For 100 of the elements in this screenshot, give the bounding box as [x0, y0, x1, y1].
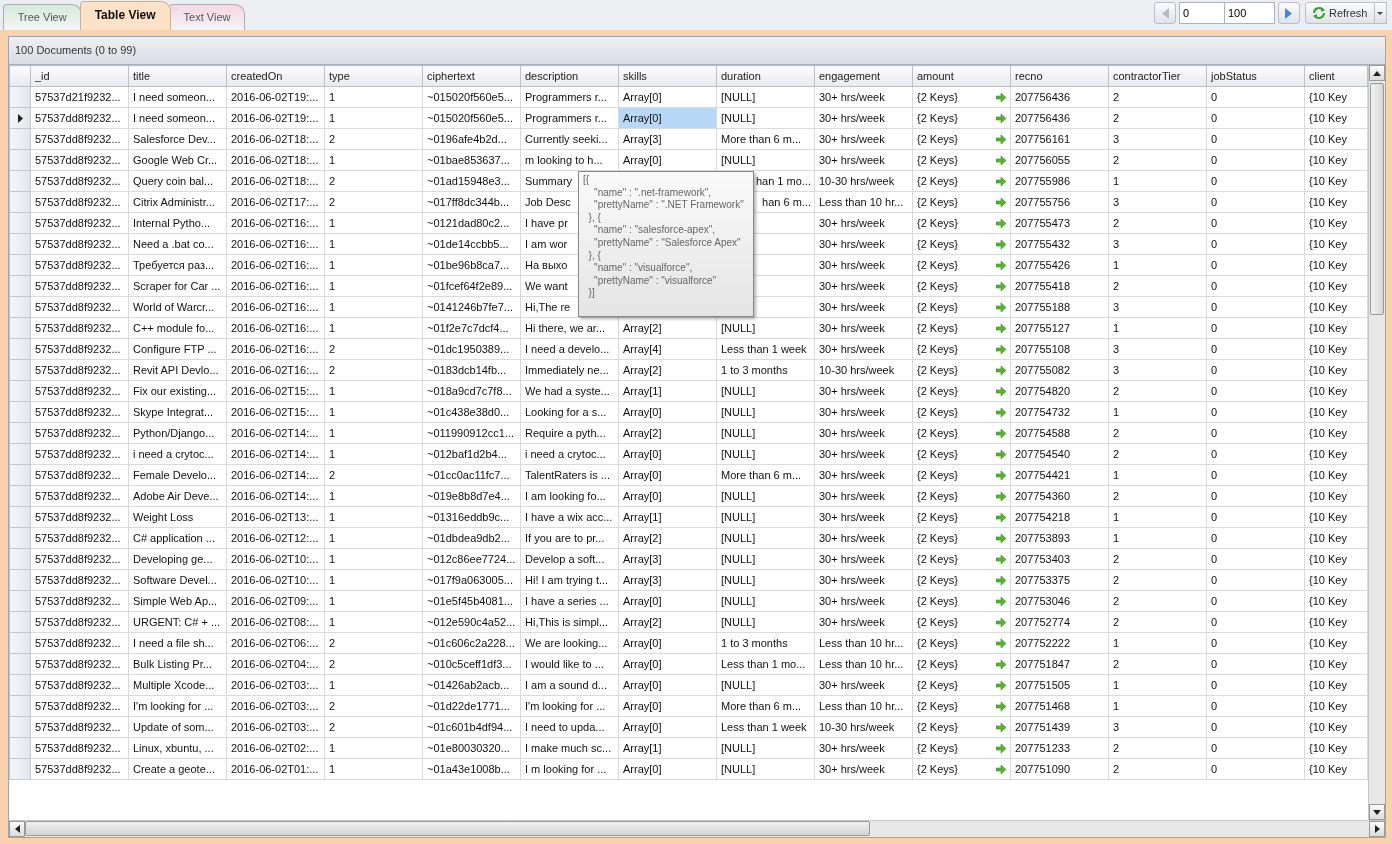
column-header[interactable]: recno — [1010, 65, 1109, 87]
arrow-icon[interactable] — [996, 155, 1006, 165]
column-header[interactable]: client — [1304, 65, 1368, 87]
table-cell: ~01a43e1008b... — [422, 758, 521, 780]
column-header[interactable]: contractorTier — [1108, 65, 1207, 87]
tab[interactable]: Text View — [168, 4, 246, 30]
arrow-icon[interactable] — [996, 407, 1006, 417]
arrow-icon[interactable] — [996, 470, 1006, 480]
column-header[interactable]: ciphertext — [422, 65, 521, 87]
table-cell: ~017f9a063005... — [422, 569, 521, 591]
arrow-icon[interactable] — [996, 197, 1006, 207]
arrow-icon[interactable] — [996, 491, 1006, 501]
table-cell: 2 — [1108, 422, 1207, 444]
table-cell: 10-30 hrs/week — [814, 359, 913, 381]
table-cell: 207751505 — [1010, 674, 1109, 696]
table-cell: 30+ hrs/week — [814, 317, 913, 339]
table-cell: 2016-06-02T16:... — [226, 317, 325, 339]
vertical-scrollbar[interactable] — [1368, 65, 1385, 820]
document-count: 100 Documents (0 to 99) — [15, 43, 137, 59]
column-header[interactable]: skills — [618, 65, 717, 87]
arrow-icon[interactable] — [996, 365, 1006, 375]
arrow-icon[interactable] — [996, 638, 1006, 648]
arrow-icon[interactable] — [996, 596, 1006, 606]
cell-text: {2 Keys} — [917, 761, 958, 777]
table-cell: 57537dd8f9232... — [30, 128, 129, 150]
scroll-up-button[interactable] — [1369, 65, 1385, 81]
table-cell: {10 Key — [1304, 758, 1368, 780]
arrow-icon[interactable] — [996, 722, 1006, 732]
arrow-icon[interactable] — [996, 554, 1006, 564]
scroll-left-button[interactable] — [9, 821, 25, 837]
column-header[interactable]: createdOn — [226, 65, 325, 87]
scroll-thumb[interactable] — [25, 821, 870, 836]
arrow-icon[interactable] — [996, 764, 1006, 774]
table-cell: Array[0] — [618, 674, 717, 696]
table-cell: Array[3] — [618, 569, 717, 591]
table-cell: ~018a9cd7c7f8... — [422, 380, 521, 402]
table-cell: {10 Key — [1304, 107, 1368, 129]
page-size-field[interactable]: 100 — [1224, 2, 1275, 24]
column-header[interactable]: jobStatus — [1206, 65, 1305, 87]
arrow-icon[interactable] — [996, 281, 1006, 291]
arrow-icon[interactable] — [996, 323, 1006, 333]
scroll-down-button[interactable] — [1369, 804, 1385, 820]
arrow-icon[interactable] — [996, 449, 1006, 459]
refresh-button[interactable]: Refresh — [1305, 2, 1375, 24]
table-cell: 1 — [1108, 695, 1207, 717]
row-header[interactable] — [9, 107, 31, 129]
arrow-icon[interactable] — [996, 533, 1006, 543]
table-cell: 207754360 — [1010, 485, 1109, 507]
table-cell: 1 — [324, 86, 423, 108]
column-header[interactable]: type — [324, 65, 423, 87]
column-header[interactable]: amount — [912, 65, 1011, 87]
column-header[interactable]: title — [128, 65, 227, 87]
arrow-icon[interactable] — [996, 386, 1006, 396]
arrow-icon[interactable] — [996, 617, 1006, 627]
table-cell: 0 — [1206, 317, 1305, 339]
table-cell: 207751847 — [1010, 653, 1109, 675]
arrow-icon[interactable] — [996, 92, 1006, 102]
arrow-icon[interactable] — [996, 428, 1006, 438]
horizontal-scrollbar[interactable] — [9, 820, 1385, 837]
table-cell: 207751468 — [1010, 695, 1109, 717]
arrow-icon[interactable] — [996, 344, 1006, 354]
arrow-icon[interactable] — [996, 134, 1006, 144]
arrow-icon[interactable] — [996, 239, 1006, 249]
table-cell: I'm looking for ... — [520, 695, 619, 717]
arrow-icon[interactable] — [996, 659, 1006, 669]
arrow-icon[interactable] — [996, 743, 1006, 753]
scroll-right-button[interactable] — [1369, 821, 1385, 837]
table-cell: 2016-06-02T19:... — [226, 107, 325, 129]
arrow-icon[interactable] — [996, 218, 1006, 228]
table-cell: 2016-06-02T14:... — [226, 485, 325, 507]
previous-page-button[interactable] — [1154, 2, 1177, 24]
cell-text: {2 Keys} — [917, 215, 958, 231]
arrow-icon[interactable] — [996, 575, 1006, 585]
table-cell: Need a .bat co... — [128, 233, 227, 255]
table-cell: 0 — [1206, 359, 1305, 381]
table-cell: Array[0] — [618, 401, 717, 423]
arrow-icon[interactable] — [996, 512, 1006, 522]
table-cell: 207753046 — [1010, 590, 1109, 612]
column-header[interactable]: duration — [716, 65, 815, 87]
table-cell: 1 — [1108, 527, 1207, 549]
table-cell: 207755432 — [1010, 233, 1109, 255]
table-cell: 207756436 — [1010, 107, 1109, 129]
arrow-icon[interactable] — [996, 113, 1006, 123]
column-header[interactable]: description — [520, 65, 619, 87]
arrow-icon[interactable] — [996, 701, 1006, 711]
table-cell: Software Devel... — [128, 569, 227, 591]
arrow-icon[interactable] — [996, 680, 1006, 690]
arrow-icon[interactable] — [996, 260, 1006, 270]
table-cell: I am looking fo... — [520, 485, 619, 507]
tab[interactable]: Table View — [79, 1, 171, 30]
column-header[interactable]: engagement — [814, 65, 913, 87]
tab[interactable]: Tree View — [2, 4, 82, 30]
scroll-thumb[interactable] — [1370, 83, 1384, 315]
column-header[interactable]: _id — [30, 65, 129, 87]
table-cell: Array[0] — [618, 632, 717, 654]
next-page-button[interactable] — [1277, 2, 1300, 24]
page-start-field[interactable]: 0 — [1178, 2, 1225, 24]
arrow-icon[interactable] — [996, 302, 1006, 312]
table-cell: ~01bae853637... — [422, 149, 521, 171]
arrow-icon[interactable] — [996, 176, 1006, 186]
